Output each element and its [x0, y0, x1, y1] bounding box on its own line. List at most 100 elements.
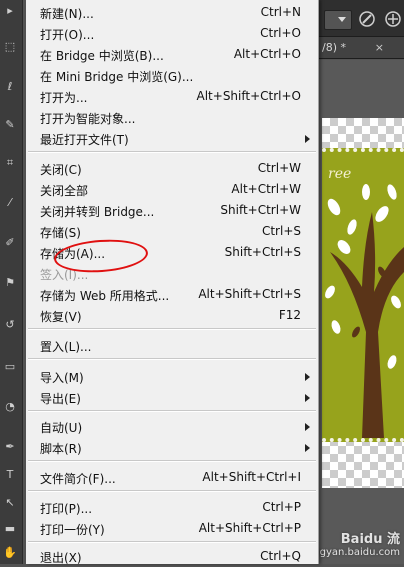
brush-tool-icon[interactable]: ✐: [3, 236, 17, 250]
menu-item-automate[interactable]: 自动(U): [26, 416, 318, 437]
menu-item-shortcut: Ctrl+O: [260, 26, 301, 40]
hand-tool-icon[interactable]: ✋: [3, 546, 17, 560]
menu-item-import[interactable]: 导入(M): [26, 366, 318, 387]
submenu-arrow-icon: [305, 423, 310, 431]
stylus-pressure-icon[interactable]: [384, 10, 402, 28]
menu-item-shortcut: Ctrl+S: [261, 224, 301, 238]
menu-item-shortcut: Alt+Shift+Ctrl+P: [198, 521, 301, 535]
quick-select-tool-icon[interactable]: ✎: [3, 118, 17, 132]
menu-item-shortcut: Ctrl+W: [257, 161, 301, 175]
menu-item-save-for-web[interactable]: 存储为 Web 所用格式... Alt+Shift+Ctrl+S: [26, 284, 318, 305]
menu-item-label: 存储为 Web 所用格式...: [40, 289, 170, 303]
menu-item-label: 存储(S): [40, 226, 81, 240]
tools-panel: ▸ ⬚ ℓ ✎ ⌗ ⁄ ✐ ⚑ ↺ ▭ ◔ ✒ T ↖ ▬ ✋: [0, 0, 23, 564]
document-tab-label: /8) *: [322, 41, 346, 54]
menu-item-label: 打开(O)...: [40, 28, 95, 42]
menu-item-shortcut: Alt+Shift+Ctrl+O: [196, 89, 301, 103]
options-select[interactable]: [324, 10, 352, 30]
menu-item-label: 文件简介(F)...: [40, 472, 116, 486]
menu-separator: [28, 328, 316, 330]
brush-settings-icon[interactable]: [358, 10, 376, 28]
tree-illustration: [325, 184, 404, 438]
menu-item-browse-mini-bridge[interactable]: 在 Mini Bridge 中浏览(G)...: [26, 65, 318, 86]
menu-item-open[interactable]: 打开(O)... Ctrl+O: [26, 23, 318, 44]
history-brush-tool-icon[interactable]: ↺: [3, 318, 17, 332]
menu-item-print-one-copy[interactable]: 打印一份(Y) Alt+Shift+Ctrl+P: [26, 518, 318, 539]
submenu-arrow-icon: [305, 444, 310, 452]
menu-item-export[interactable]: 导出(E): [26, 387, 318, 408]
menu-item-label: 导入(M): [40, 371, 84, 385]
lasso-tool-icon[interactable]: ℓ: [3, 80, 17, 94]
menu-item-label: 在 Bridge 中浏览(B)...: [40, 49, 164, 63]
menu-item-label: 置入(L)...: [40, 340, 92, 354]
menu-item-shortcut: Alt+Ctrl+O: [233, 47, 301, 61]
menu-item-close-all[interactable]: 关闭全部 Alt+Ctrl+W: [26, 179, 318, 200]
file-menu: 新建(N)... Ctrl+N 打开(O)... Ctrl+O 在 Bridge…: [26, 0, 319, 565]
menu-item-label: 打印(P)...: [40, 502, 93, 516]
watermark-url: jingyan.baidu.com: [307, 547, 400, 558]
menu-item-label: 退出(X): [40, 551, 82, 565]
pen-tool-icon[interactable]: ✒: [3, 440, 17, 454]
type-tool-icon[interactable]: T: [3, 468, 17, 482]
menu-item-shortcut: Shift+Ctrl+W: [220, 203, 301, 217]
menu-item-shortcut: Ctrl+P: [262, 500, 301, 514]
artwork-image: ree: [322, 148, 404, 442]
menu-item-new[interactable]: 新建(N)... Ctrl+N: [26, 2, 318, 23]
menu-item-label: 关闭全部: [40, 184, 89, 198]
menu-item-label: 导出(E): [40, 392, 81, 406]
menu-item-save[interactable]: 存储(S) Ctrl+S: [26, 221, 318, 242]
menu-item-shortcut: Alt+Ctrl+W: [231, 182, 301, 196]
menu-item-label: 新建(N)...: [40, 7, 94, 21]
stamp-tool-icon[interactable]: ⚑: [3, 276, 17, 290]
menu-item-close[interactable]: 关闭(C) Ctrl+W: [26, 158, 318, 179]
submenu-arrow-icon: [305, 373, 310, 381]
menu-separator: [28, 410, 316, 412]
menu-item-shortcut: Alt+Shift+Ctrl+S: [198, 287, 301, 301]
menu-item-label: 恢复(V): [40, 310, 82, 324]
menu-item-recent-files[interactable]: 最近打开文件(T): [26, 128, 318, 149]
menu-item-label: 打开为...: [40, 91, 88, 105]
menu-separator: [28, 358, 316, 360]
blur-tool-icon[interactable]: ◔: [3, 400, 17, 414]
menu-item-scripts[interactable]: 脚本(R): [26, 437, 318, 458]
menu-item-label: 最近打开文件(T): [40, 133, 129, 147]
menu-item-browse-bridge[interactable]: 在 Bridge 中浏览(B)... Alt+Ctrl+O: [26, 44, 318, 65]
eyedropper-tool-icon[interactable]: ⁄: [3, 196, 17, 210]
menu-item-shortcut: Shift+Ctrl+S: [224, 245, 301, 259]
menu-item-open-smart-object[interactable]: 打开为智能对象...: [26, 107, 318, 128]
menu-item-label: 关闭并转到 Bridge...: [40, 205, 155, 219]
crop-tool-icon[interactable]: ⌗: [3, 156, 17, 170]
menu-separator: [28, 460, 316, 462]
menu-item-label: 自动(U): [40, 421, 83, 435]
menu-item-label: 打印一份(Y): [40, 523, 105, 537]
menu-item-file-info[interactable]: 文件简介(F)... Alt+Shift+Ctrl+I: [26, 467, 318, 488]
menu-separator: [28, 151, 316, 153]
marquee-tool-icon[interactable]: ⬚: [3, 40, 17, 54]
close-icon[interactable]: ×: [375, 37, 384, 59]
menu-item-revert[interactable]: 恢复(V) F12: [26, 305, 318, 326]
submenu-arrow-icon: [305, 135, 310, 143]
document-tab[interactable]: /8) * ×: [318, 37, 404, 59]
path-select-tool-icon[interactable]: ↖: [3, 496, 17, 510]
menu-item-shortcut: F12: [278, 308, 301, 322]
watermark: Baidu 流 jingyan.baidu.com: [307, 522, 400, 562]
move-tool-icon[interactable]: ▸: [3, 4, 17, 18]
menu-item-shortcut: Ctrl+N: [260, 5, 301, 19]
menu-item-print[interactable]: 打印(P)... Ctrl+P: [26, 497, 318, 518]
menu-item-label: 在 Mini Bridge 中浏览(G)...: [40, 70, 194, 84]
menu-separator: [28, 541, 316, 543]
menu-separator: [28, 490, 316, 492]
menu-item-open-as[interactable]: 打开为... Alt+Shift+Ctrl+O: [26, 86, 318, 107]
menu-item-close-go-bridge[interactable]: 关闭并转到 Bridge... Shift+Ctrl+W: [26, 200, 318, 221]
menu-item-place[interactable]: 置入(L)...: [26, 335, 318, 356]
shape-tool-icon[interactable]: ▬: [3, 522, 17, 536]
menu-item-label: 脚本(R): [40, 442, 82, 456]
menu-item-label: 关闭(C): [40, 163, 82, 177]
watermark-title: Baidu 流: [340, 532, 400, 547]
menu-item-shortcut: Ctrl+Q: [260, 549, 301, 563]
eraser-tool-icon[interactable]: ▭: [3, 360, 17, 374]
submenu-arrow-icon: [305, 394, 310, 402]
options-bar: [318, 0, 404, 37]
menu-item-shortcut: Alt+Shift+Ctrl+I: [202, 470, 301, 484]
menu-item-label: 打开为智能对象...: [40, 112, 136, 126]
